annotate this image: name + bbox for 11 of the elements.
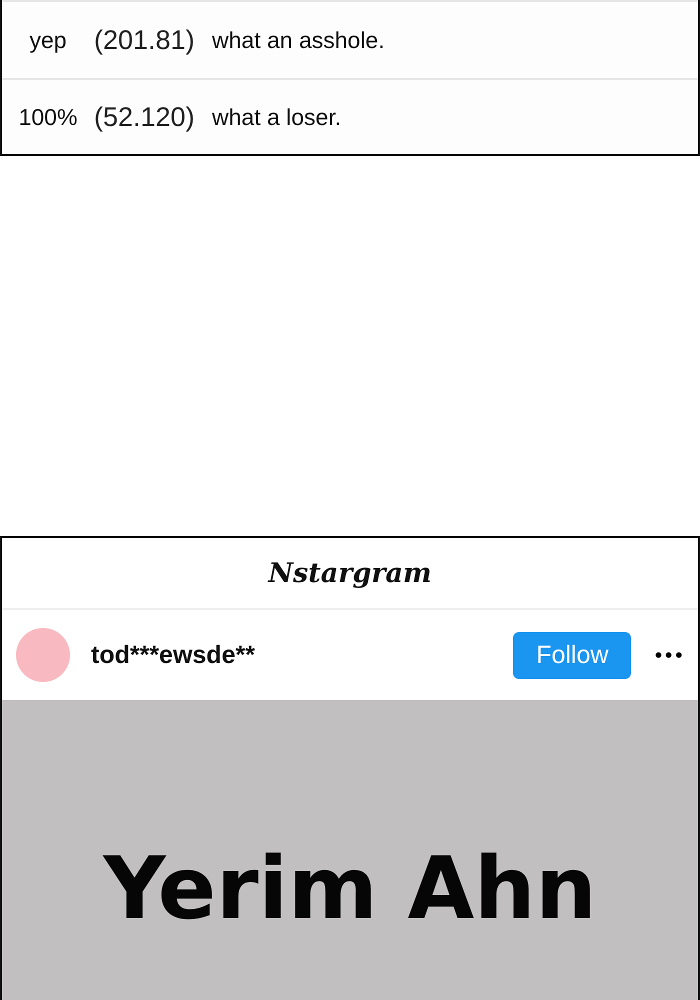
comment-label: yep bbox=[28, 26, 68, 54]
username[interactable]: tod***ewsde** bbox=[91, 640, 514, 670]
more-button[interactable]: ••• bbox=[653, 646, 684, 664]
app-title: Nstargram bbox=[268, 558, 432, 588]
image-headline: Yerim Ahn bbox=[102, 838, 598, 941]
comment-text: what an asshole. bbox=[212, 26, 385, 54]
comment-score: (201.81) bbox=[94, 24, 196, 56]
comment-label: 100% bbox=[18, 104, 78, 130]
comment-text: what a loser. bbox=[212, 104, 342, 130]
avatar-icon[interactable] bbox=[16, 628, 70, 682]
comment-score: (52.120) bbox=[94, 102, 196, 132]
